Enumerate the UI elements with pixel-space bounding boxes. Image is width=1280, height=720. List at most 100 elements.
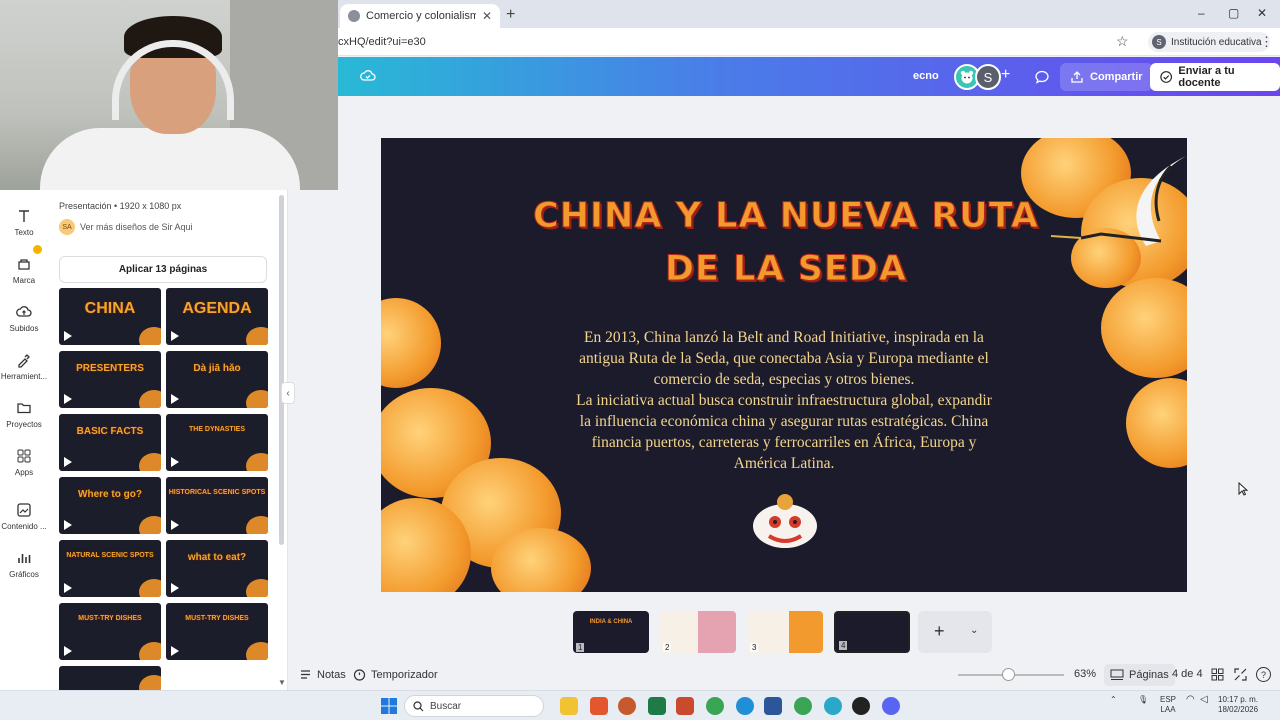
- slide-canvas[interactable]: CHINA Y LA NUEVA RUTA DE LA SEDA En 2013…: [381, 138, 1187, 592]
- rail-item-herramientas[interactable]: Herramient...: [0, 352, 48, 381]
- microphone-icon[interactable]: 🎙: [1138, 695, 1148, 705]
- taskbar-search[interactable]: Buscar: [404, 695, 544, 717]
- page-thumbnail[interactable]: 4: [834, 611, 910, 653]
- thumbnail-cloud-decoration: [139, 642, 161, 660]
- cloud-saved-icon[interactable]: [360, 68, 376, 84]
- play-icon: [64, 457, 72, 467]
- notes-button[interactable]: Notas: [299, 668, 346, 681]
- collaborator-avatar[interactable]: S: [975, 64, 1001, 90]
- brave-browser-icon[interactable]: [590, 697, 608, 715]
- template-thumbnail[interactable]: BASIC FACTS: [59, 414, 161, 471]
- template-author[interactable]: SA Ver más diseños de Sir Aqui: [59, 219, 193, 235]
- template-thumbnail-title: Where to go?: [78, 489, 142, 500]
- timer-button[interactable]: Temporizador: [353, 668, 438, 681]
- add-collaborator-button[interactable]: +: [1001, 66, 1010, 84]
- tab-close-icon[interactable]: ✕: [482, 9, 492, 23]
- template-thumbnail[interactable]: NATURAL SCENIC SPOTS: [59, 540, 161, 597]
- rail-item-marca[interactable]: Marca: [0, 256, 48, 285]
- page-thumbnail[interactable]: 2: [660, 611, 736, 653]
- page-options-dropdown[interactable]: ⌄: [970, 625, 978, 636]
- grid-view-icon[interactable]: [1211, 668, 1224, 681]
- rail-item-contenido[interactable]: Contenido ...: [0, 502, 48, 531]
- thumbnail-cloud-decoration: [246, 390, 268, 408]
- template-thumbnail[interactable]: MUST-TRY DISHES: [59, 603, 161, 660]
- discord-icon[interactable]: [882, 697, 900, 715]
- crane-bird-illustration: [1050, 156, 1186, 246]
- word-icon[interactable]: [764, 697, 782, 715]
- browser-menu-icon[interactable]: ⋮: [1260, 34, 1273, 50]
- new-tab-button[interactable]: +: [506, 6, 515, 24]
- slide-body-text[interactable]: En 2013, China lanzó la Belt and Road In…: [556, 327, 1012, 474]
- chrome-profile-icon[interactable]: [794, 697, 812, 715]
- system-clock[interactable]: 10:17 p. m. 18/02/2026: [1218, 695, 1258, 715]
- template-thumbnail-title: THE DYNASTIES: [188, 426, 245, 433]
- wifi-icon[interactable]: ◠: [1186, 695, 1195, 705]
- cloud-decoration: [1126, 378, 1187, 468]
- template-thumbnail[interactable]: Dà jiā hǎo: [166, 351, 268, 408]
- tray-chevron-icon[interactable]: ⌃: [1110, 695, 1117, 705]
- add-page-button[interactable]: +: [934, 621, 945, 642]
- scroll-down-arrow-icon[interactable]: ▼: [278, 678, 286, 687]
- rail-item-proyectos[interactable]: Proyectos: [0, 400, 48, 429]
- panel-scrollbar[interactable]: [279, 195, 284, 545]
- rail-item-texto[interactable]: Texto: [0, 208, 48, 237]
- volume-icon[interactable]: ◁: [1200, 695, 1208, 705]
- thumbnail-cloud-decoration: [246, 327, 268, 345]
- brand-icon: [18, 259, 30, 270]
- app-icon[interactable]: [852, 697, 870, 715]
- search-icon: [413, 700, 424, 711]
- design-title-fragment[interactable]: ecno: [913, 70, 939, 82]
- template-thumbnail[interactable]: [59, 666, 161, 693]
- share-button[interactable]: Compartir: [1060, 63, 1153, 91]
- edge-icon[interactable]: [736, 697, 754, 715]
- apply-pages-button[interactable]: Aplicar 13 páginas: [59, 256, 267, 283]
- template-thumbnail-title: BASIC FACTS: [76, 426, 144, 437]
- bookmark-star-icon[interactable]: ☆: [1116, 33, 1129, 50]
- zoom-value[interactable]: 63%: [1074, 668, 1096, 680]
- rail-item-apps[interactable]: Apps: [0, 448, 48, 477]
- rail-item-subidos[interactable]: Subidos: [0, 304, 48, 333]
- profile-chip[interactable]: S Institución educativa: [1148, 32, 1270, 52]
- language-indicator[interactable]: ESP LAA: [1160, 695, 1176, 715]
- template-thumbnail[interactable]: PRESENTERS: [59, 351, 161, 408]
- send-to-teacher-button[interactable]: Enviar a tu docente: [1150, 63, 1280, 91]
- body-line: América Latina.: [733, 455, 835, 472]
- template-thumbnail[interactable]: THE DYNASTIES: [166, 414, 268, 471]
- rail-item-graficos[interactable]: Gráficos: [0, 550, 48, 579]
- template-thumbnail[interactable]: MUST-TRY DISHES: [166, 603, 268, 660]
- template-thumbnail[interactable]: CHINA: [59, 288, 161, 345]
- template-thumbnail-title: HISTORICAL SCENIC SPOTS: [168, 489, 266, 496]
- comment-icon[interactable]: [1030, 65, 1054, 89]
- thumbnail-cloud-decoration: [246, 642, 268, 660]
- minimize-button[interactable]: –: [1198, 6, 1205, 20]
- chrome-alt-icon[interactable]: [824, 697, 842, 715]
- template-thumbnail[interactable]: HISTORICAL SCENIC SPOTS: [166, 477, 268, 534]
- timer-label: Temporizador: [371, 668, 438, 681]
- author-link[interactable]: Ver más diseños de Sir Aqui: [80, 222, 193, 232]
- rail-label: Texto: [14, 228, 34, 237]
- help-button[interactable]: ?: [1256, 667, 1271, 682]
- play-icon: [64, 646, 72, 656]
- zoom-slider-handle[interactable]: [1002, 668, 1015, 681]
- template-thumbnail[interactable]: Where to go?: [59, 477, 161, 534]
- template-thumbnail[interactable]: AGENDA: [166, 288, 268, 345]
- url-field[interactable]: cxHQ/edit?ui=e30: [338, 36, 426, 48]
- firefox-icon[interactable]: [618, 697, 636, 715]
- fullscreen-icon[interactable]: [1234, 668, 1247, 681]
- chrome-icon[interactable]: [706, 697, 724, 715]
- collapse-panel-button[interactable]: ‹: [281, 382, 295, 404]
- excel-icon[interactable]: [648, 697, 666, 715]
- close-window-button[interactable]: ✕: [1257, 6, 1267, 20]
- file-explorer-icon[interactable]: [560, 697, 578, 715]
- powerpoint-icon[interactable]: [676, 697, 694, 715]
- browser-tab[interactable]: Comercio y colonialismo en Ind ✕: [340, 4, 500, 28]
- page-thumbnail[interactable]: INDIA & CHINA 1: [573, 611, 649, 653]
- play-icon: [64, 583, 72, 593]
- maximize-button[interactable]: ▢: [1228, 6, 1239, 20]
- windows-start-icon[interactable]: [380, 697, 398, 715]
- template-thumbnail[interactable]: what to eat?: [166, 540, 268, 597]
- page-thumbnail[interactable]: 3: [747, 611, 823, 653]
- slide-title[interactable]: CHINA Y LA NUEVA RUTA DE LA SEDA: [521, 190, 1051, 296]
- pages-button[interactable]: Páginas: [1104, 664, 1175, 686]
- body-line: comercio de seda, especias y otros biene…: [653, 371, 915, 388]
